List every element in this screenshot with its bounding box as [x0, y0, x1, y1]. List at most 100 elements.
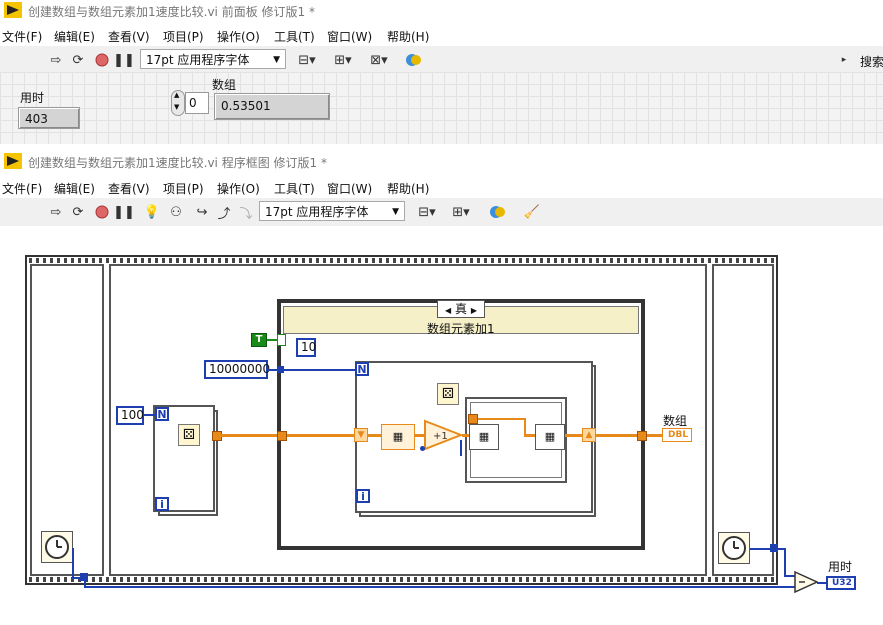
retain-wire-values-icon[interactable]: ⚇ [166, 202, 186, 222]
subtract-icon[interactable] [794, 571, 818, 593]
blue-wire [84, 577, 86, 587]
blue-wire [784, 548, 786, 576]
array-element-value: 0.53501 [221, 99, 271, 113]
run-continuously-icon[interactable]: ⟳ [68, 50, 88, 70]
blue-wire [460, 440, 462, 456]
menu-help[interactable]: 帮助(H) [387, 28, 429, 45]
time-indicator-terminal[interactable]: U32 [826, 576, 856, 590]
menu-file[interactable]: 文件(F) [2, 28, 42, 45]
front-panel-titlebar: 创建数组与数组元素加1速度比较.vi 前面板 修订版1 * [0, 0, 883, 22]
sequence-film-top [29, 258, 774, 263]
run-continuously-icon[interactable]: ⟳ [68, 202, 88, 222]
front-panel-menubar: 文件(F) 编辑(E) 查看(V) 项目(P) 操作(O) 工具(T) 窗口(W… [0, 24, 883, 46]
replace-element-icon[interactable]: ▦ [535, 424, 565, 450]
sequence-frame-3[interactable] [712, 264, 774, 576]
highlight-execution-icon[interactable]: 💡 [142, 202, 162, 222]
resize-objects-icon[interactable]: ⊠▾ [366, 50, 392, 70]
run-arrow-icon[interactable]: ⇨ [46, 50, 66, 70]
align-objects-icon[interactable]: ⊟▾ [294, 50, 320, 70]
pause-icon[interactable]: ❚❚ [113, 202, 135, 222]
labview-logo-icon [4, 2, 22, 18]
menu-edit[interactable]: 编辑(E) [54, 180, 95, 197]
loop-iteration-terminal: i [155, 497, 169, 511]
array-indicator-label: 数组 [663, 414, 688, 428]
index-array-icon[interactable]: ▦ [469, 424, 499, 450]
menu-tools[interactable]: 工具(T) [274, 28, 315, 45]
reorder-icon[interactable] [486, 202, 512, 222]
align-objects-icon[interactable]: ⊟▾ [414, 202, 440, 222]
search-arrow-icon: ▸ [841, 55, 847, 65]
shift-register-left: ▼ [354, 428, 368, 442]
clean-up-diagram-icon[interactable]: 🧹 [522, 202, 542, 222]
sequence-frame-1[interactable] [30, 264, 104, 576]
case-subdiagram-label: 数组元素加1 [427, 322, 495, 336]
run-arrow-icon[interactable]: ⇨ [46, 202, 66, 222]
boolean-true-constant[interactable]: T [251, 333, 267, 347]
sequence-tunnel [770, 544, 778, 552]
search-label[interactable]: 搜索 [860, 53, 883, 70]
stepper-down-icon[interactable]: ▼ [174, 103, 179, 111]
case-next-icon[interactable]: ▶ [471, 306, 477, 315]
array-indicator-terminal[interactable]: DBL [662, 428, 692, 442]
labview-logo-icon [4, 153, 22, 169]
case-selector-terminal [277, 334, 286, 346]
shift-register-right: ▲ [582, 428, 596, 442]
time-indicator-label: 用时 [20, 91, 45, 105]
time-indicator-label: 用时 [828, 560, 853, 574]
for-loop-100[interactable] [153, 405, 215, 512]
font-select[interactable]: 17pt 应用程序字体 ▼ [259, 201, 405, 221]
svg-text:+1: +1 [433, 431, 448, 442]
stepper-up-icon[interactable]: ▲ [174, 91, 179, 99]
reorder-icon[interactable] [402, 50, 428, 70]
block-diagram-menubar: 文件(F) 编辑(E) 查看(V) 项目(P) 操作(O) 工具(T) 窗口(W… [0, 176, 883, 198]
sequence-film-bottom [29, 577, 774, 582]
menu-operate[interactable]: 操作(O) [217, 180, 260, 197]
menu-project[interactable]: 项目(P) [163, 28, 204, 45]
window-title: 创建数组与数组元素加1速度比较.vi 前面板 修订版1 * [28, 5, 315, 19]
step-out-icon[interactable]: ⤵ [236, 202, 256, 222]
menu-view[interactable]: 查看(V) [108, 180, 150, 197]
menu-operate[interactable]: 操作(O) [217, 28, 260, 45]
time-indicator-value: 403 [25, 112, 48, 126]
array-index-value[interactable]: 0 [189, 96, 197, 110]
replace-array-subset-icon[interactable]: ▦ [381, 424, 415, 450]
pause-icon[interactable]: ❚❚ [113, 50, 135, 70]
menu-tools[interactable]: 工具(T) [274, 180, 315, 197]
menu-view[interactable]: 查看(V) [108, 28, 150, 45]
loop-count-terminal: N [155, 407, 169, 421]
abort-icon[interactable] [92, 202, 112, 222]
orange-wire [218, 434, 356, 437]
loop-iteration-terminal: i [356, 489, 370, 503]
font-select[interactable]: 17pt 应用程序字体 ▼ [140, 49, 286, 69]
array-index-stepper[interactable]: ▲ ▼ [171, 90, 185, 116]
random-number-dice-icon[interactable]: ⚄ [437, 383, 459, 405]
case-prev-icon[interactable]: ◀ [445, 306, 451, 315]
random-number-dice-icon[interactable]: ⚄ [178, 424, 200, 446]
blue-wire [84, 586, 798, 588]
orange-wire [476, 418, 526, 420]
abort-icon[interactable] [92, 50, 112, 70]
increment-icon[interactable]: +1 [423, 419, 463, 451]
array-index-field[interactable]: 0 [185, 92, 209, 114]
menu-window[interactable]: 窗口(W) [327, 28, 372, 45]
menu-window[interactable]: 窗口(W) [327, 180, 372, 197]
case-input-tunnel [277, 366, 284, 373]
menu-project[interactable]: 项目(P) [163, 180, 204, 197]
step-over-icon[interactable]: ⤴ [214, 202, 234, 222]
step-into-icon[interactable]: ↪ [192, 202, 212, 222]
array-element-indicator: 0.53501 [214, 93, 330, 120]
loop-count-constant-10000000[interactable]: 10000000 [204, 360, 270, 379]
menu-edit[interactable]: 编辑(E) [54, 28, 95, 45]
tick-count-clock-icon[interactable] [718, 532, 750, 564]
loop-count-constant-10[interactable]: 10 [296, 338, 316, 357]
case-selector[interactable]: ◀ 真 ▶ [437, 300, 485, 318]
loop-count-constant-100[interactable]: 100 [116, 406, 144, 425]
window-title: 创建数组与数组元素加1速度比较.vi 程序框图 修订版1 * [28, 156, 327, 170]
orange-tunnel [468, 414, 478, 424]
distribute-objects-icon[interactable]: ⊞▾ [448, 202, 474, 222]
blue-wire [72, 548, 74, 578]
menu-help[interactable]: 帮助(H) [387, 180, 429, 197]
tick-count-clock-icon[interactable] [41, 531, 73, 563]
menu-file[interactable]: 文件(F) [2, 180, 42, 197]
distribute-objects-icon[interactable]: ⊞▾ [330, 50, 356, 70]
